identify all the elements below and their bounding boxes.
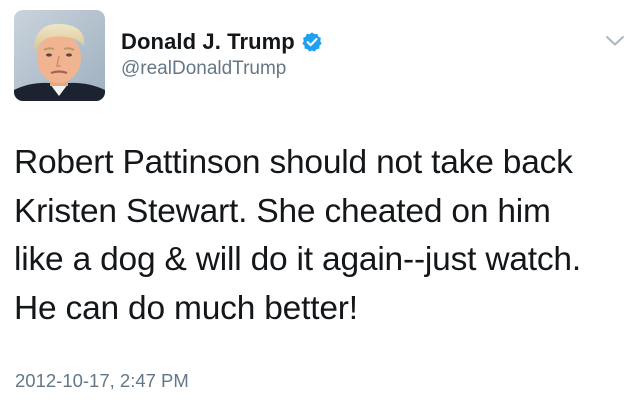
tweet-text: Robert Pattinson should not take back Kr…: [14, 139, 624, 333]
author-name-row[interactable]: Donald J. Trump: [121, 28, 323, 56]
tweet-text-line: Kristen Stewart. She cheated on him: [14, 192, 551, 230]
chevron-down-icon[interactable]: [604, 34, 626, 48]
verified-badge-icon: [301, 31, 323, 53]
tweet-text-line: He can do much better!: [14, 289, 358, 327]
tweet-timestamp[interactable]: 2012-10-17, 2:47 PM: [15, 370, 189, 392]
profile-photo-icon: [14, 10, 105, 101]
author-handle[interactable]: @realDonaldTrump: [121, 58, 286, 80]
tweet-text-line: Robert Pattinson should not take back: [14, 144, 573, 181]
tweet-text-line: like a dog & will do it again--just watc…: [14, 241, 581, 278]
avatar[interactable]: [14, 10, 105, 101]
author-display-name[interactable]: Donald J. Trump: [121, 29, 295, 55]
tweet-card: Donald J. Trump @realDonaldTrump Robert …: [0, 0, 643, 411]
